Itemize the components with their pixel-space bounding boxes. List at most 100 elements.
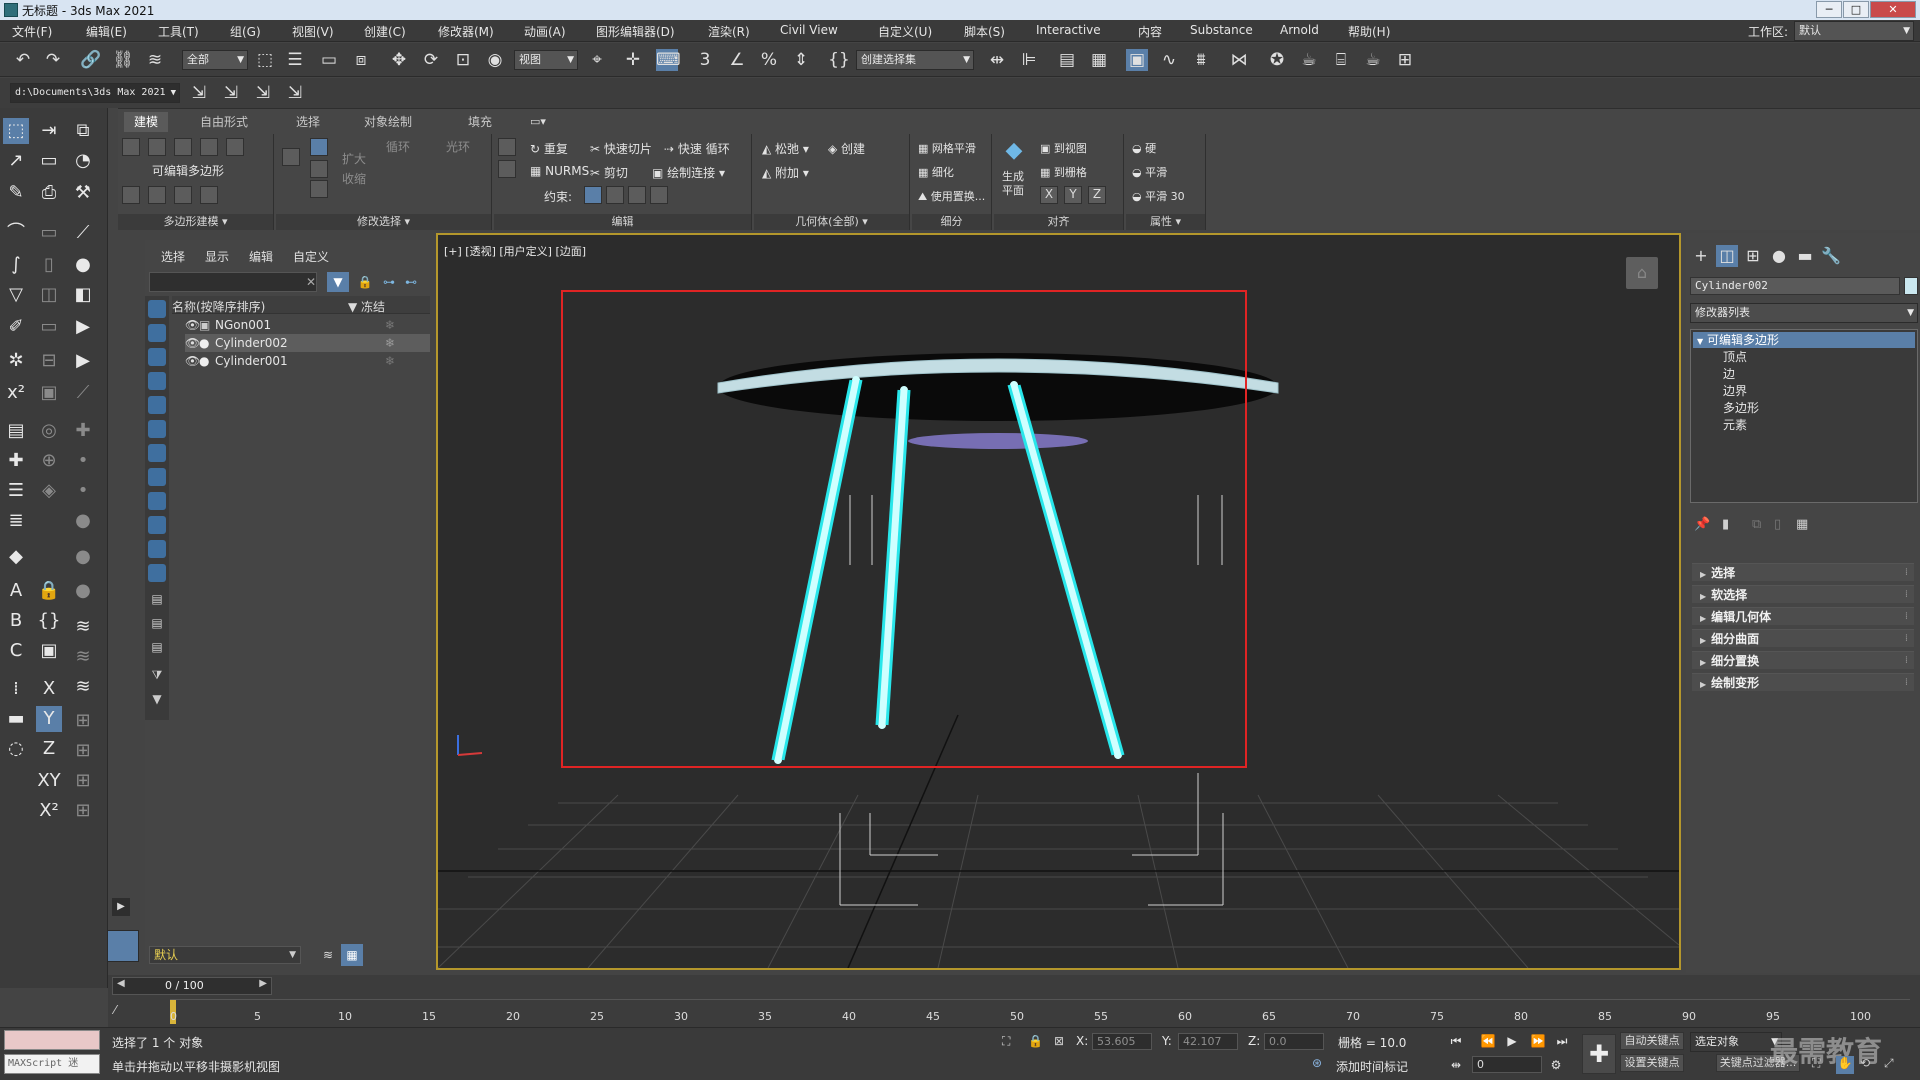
quickloop-button[interactable]: ⇢ 快速 循环 (664, 140, 730, 157)
maximize-viewport-icon[interactable]: ⤢ (1884, 1056, 1894, 1071)
col-name-header[interactable]: 名称(按降序排序) (172, 298, 265, 315)
maxscript-listener-top[interactable] (4, 1030, 100, 1050)
selected-object-dropdown[interactable]: 选定对象 ▼ (1690, 1032, 1782, 1052)
current-frame-field[interactable]: 0 (1472, 1056, 1542, 1073)
menu-help[interactable]: 帮助(H) (1348, 23, 1390, 40)
keyboard-shortcut-override-icon[interactable]: ⌨ (656, 49, 681, 71)
lasso-icon[interactable]: ↗ (3, 148, 29, 174)
sel-prev-icon[interactable] (282, 148, 300, 166)
menu-content[interactable]: 内容 (1138, 23, 1162, 40)
paint-tool-icon[interactable]: ✐ (3, 314, 29, 340)
visibility-eye-icon[interactable]: 👁 (185, 334, 200, 352)
bezier-icon[interactable]: ∫ (3, 252, 29, 278)
hierarchy-icon[interactable]: ⊶ (379, 272, 399, 292)
text-c-icon[interactable]: C (3, 638, 29, 664)
spinner-snap-icon[interactable]: ⇕ (790, 49, 812, 71)
material-editor-icon[interactable]: ✪ (1266, 49, 1288, 71)
text-b-icon[interactable]: B (3, 608, 29, 634)
align-icon[interactable]: ⊫ (1018, 49, 1040, 71)
stack-item-border[interactable]: 边界 (1723, 382, 1747, 399)
goto-end-icon[interactable]: ⏭ (1552, 1032, 1572, 1050)
smooth-button[interactable]: ◒ 平滑 (1132, 164, 1167, 180)
axis-x2-icon[interactable]: X² (36, 798, 62, 824)
edge-icon[interactable] (148, 138, 166, 156)
menu-group[interactable]: 组(G) (230, 23, 261, 40)
panel-label-modify-selection[interactable]: 修改选择 ▾ (276, 214, 491, 230)
placement-icon[interactable]: ◉ (484, 49, 506, 71)
rendered-frame-icon[interactable]: ⌸ (1330, 49, 1352, 71)
tab-selection[interactable]: 选择 (286, 112, 330, 132)
filter-containers-icon[interactable] (148, 516, 166, 534)
to-grid-button[interactable]: ▦ 到栅格 (1040, 164, 1087, 180)
menu-scripting[interactable]: 脚本(S) (964, 23, 1005, 40)
tab-object-paint[interactable]: 对象绘制 (354, 112, 422, 132)
next-frame-icon[interactable]: ⏩ (1528, 1032, 1548, 1050)
workspace-dropdown[interactable]: 默认 ▼ (1794, 21, 1914, 41)
time-tag-icon[interactable]: ⊛ (1312, 1056, 1322, 1070)
edit-named-sel-icon[interactable]: {} (828, 49, 850, 71)
display-tab-icon[interactable]: ▬ (1794, 245, 1816, 267)
se-menu-select[interactable]: 选择 (161, 248, 185, 265)
lock-icon[interactable]: 🔒 (36, 578, 62, 604)
axis-y-icon[interactable]: Y (36, 706, 62, 732)
ribbon-options-icon[interactable]: ▭▾ (530, 115, 546, 128)
axis-xy-icon[interactable]: XY (36, 768, 62, 794)
save-icon[interactable]: ▣ (36, 638, 62, 664)
time-prev-icon[interactable]: ◀ (117, 978, 125, 989)
y-coord-field[interactable]: 42.107 (1178, 1033, 1238, 1050)
modifier-list-dropdown[interactable]: 修改器列表 ▼ (1690, 303, 1918, 323)
goto-start-icon[interactable]: ⏮ (1446, 1032, 1466, 1050)
tab-populate[interactable]: 填充 (458, 112, 502, 132)
filter-helpers-icon[interactable] (148, 396, 166, 414)
link-icon[interactable]: 🔗 (80, 49, 102, 71)
toggle-scene-explorer-icon[interactable]: ▦ (1088, 49, 1110, 71)
edit-poly-icon[interactable]: ▭ (36, 148, 62, 174)
redo-icon[interactable]: ↷ (42, 49, 64, 71)
tab-freeform[interactable]: 自由形式 (190, 112, 258, 132)
filter-bones-icon[interactable] (148, 492, 166, 510)
play-tool-icon[interactable]: ▶ (70, 314, 96, 340)
object-color-swatch[interactable] (1904, 277, 1918, 295)
menu-arnold[interactable]: Arnold (1280, 23, 1319, 37)
filter-icon[interactable]: ▼ (327, 272, 349, 292)
attach-button[interactable]: ◭ 附加 ▾ (762, 164, 809, 181)
perspective-viewport[interactable]: [+] [透视] [用户定义] [边面] ⌂ (436, 233, 1681, 970)
create-project-icon[interactable]: ⇲ (252, 82, 274, 104)
axis-z-icon[interactable]: Z (36, 736, 62, 762)
constraint-face-icon[interactable] (628, 186, 646, 204)
sphere-tool-icon[interactable]: ● (70, 252, 96, 278)
maxscript-listener[interactable]: MAXScript 迷 (4, 1054, 100, 1074)
menu-file[interactable]: 文件(F) (12, 23, 52, 40)
brush-tool-icon[interactable]: ◆ (3, 544, 29, 570)
xform-icon[interactable]: x² (3, 380, 29, 406)
add-time-tag[interactable]: 添加时间标记 (1336, 1058, 1408, 1075)
polygon-tool-icon[interactable]: ▽ (3, 282, 29, 308)
tab-modeling[interactable]: 建模 (124, 112, 169, 132)
se-menu-edit[interactable]: 编辑 (249, 248, 273, 265)
add-tool-icon[interactable]: ✚ (3, 448, 29, 474)
pivot-icon[interactable]: ⌖ (586, 49, 608, 71)
scale-icon[interactable]: ⊡ (452, 49, 474, 71)
quickslice-button[interactable]: ✂ 快速切片 (590, 140, 652, 157)
menu-animation[interactable]: 动画(A) (524, 23, 566, 40)
edit-sel-icon[interactable] (498, 160, 516, 178)
select-by-name-icon[interactable]: ☰ (284, 49, 306, 71)
constraint-normal-icon[interactable] (650, 186, 668, 204)
rollout-paint-deformation[interactable]: ▶ 绘制变形 ⁞ (1692, 673, 1914, 691)
set-key-big-icon[interactable]: ✚ (1582, 1034, 1616, 1074)
border-icon[interactable] (174, 138, 192, 156)
object-name-field[interactable]: Cylinder002 (1690, 277, 1900, 295)
create-tab-icon[interactable]: + (1690, 245, 1712, 267)
menu-civil-view[interactable]: Civil View (780, 23, 838, 37)
align-z-button[interactable]: Z (1088, 186, 1106, 204)
dots-grid-icon[interactable]: ⁞ (3, 676, 29, 702)
create-button[interactable]: ◈ 创建 (828, 140, 865, 157)
stack-layers-icon[interactable]: ≋ (70, 614, 96, 640)
polygon-icon[interactable] (200, 138, 218, 156)
set-key-button[interactable]: 设置关键点 (1620, 1054, 1684, 1072)
ribbon-toggle-icon[interactable]: ▣ (1126, 49, 1148, 71)
ruler-icon[interactable]: ▬ (3, 706, 29, 732)
zoom-extents-icon[interactable]: ⛶ (1812, 1056, 1820, 1071)
menu-modifiers[interactable]: 修改器(M) (438, 23, 494, 40)
current-layer-dropdown[interactable]: 默认 ▼ (149, 946, 301, 964)
